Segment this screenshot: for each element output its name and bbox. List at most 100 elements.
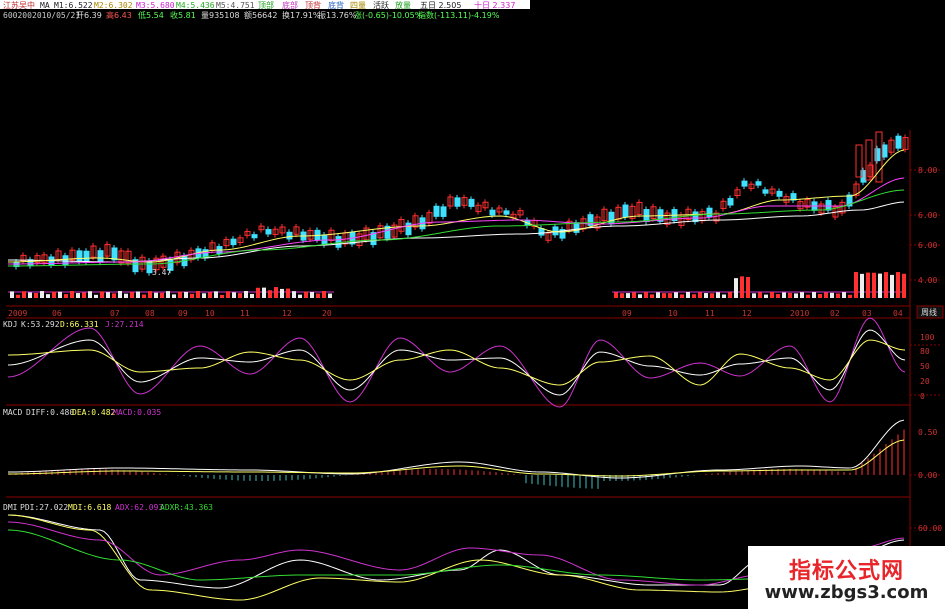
volume-bar	[28, 292, 32, 298]
volume-bar	[704, 293, 708, 298]
volume-bar	[10, 291, 14, 298]
volume-bar	[22, 291, 26, 298]
time-axis-label: 12	[282, 309, 292, 318]
macd-label: MACD	[3, 408, 23, 417]
candle-body	[335, 236, 342, 248]
volume-bar	[836, 293, 840, 298]
volume-bar	[190, 293, 194, 298]
volume-bar	[220, 294, 224, 298]
time-axis-label: 08	[145, 309, 155, 318]
candle-body	[251, 234, 258, 239]
kdj-axis-label: 50	[920, 362, 930, 371]
time-axis-label: 09	[178, 309, 188, 318]
volume-bar	[872, 272, 876, 298]
volume-bar	[884, 272, 888, 298]
kdj-k-value: K:53.292	[21, 320, 60, 329]
volume-bar	[812, 292, 816, 298]
candle-body	[433, 205, 440, 217]
volume-bar	[680, 294, 684, 298]
volume-bar	[728, 292, 732, 298]
volume-bar	[244, 291, 248, 298]
volume-bar	[148, 291, 152, 298]
volume-bar	[668, 293, 672, 298]
volume-bar	[632, 292, 636, 298]
volume-bar	[620, 293, 624, 298]
volume-bar	[292, 291, 296, 298]
volume-bar	[626, 293, 630, 298]
candle-body	[706, 207, 713, 218]
candle-body	[83, 250, 90, 263]
volume-bar	[46, 294, 50, 298]
kdj-d-value: D:66.331	[60, 320, 99, 329]
volume-bar	[322, 291, 326, 298]
volume-bar	[214, 291, 218, 298]
candle-body	[62, 255, 69, 266]
volume-bar	[896, 272, 900, 298]
dmi-adx-value: ADX:62.093	[115, 503, 164, 512]
volume-bar	[70, 291, 74, 298]
volume-bar	[256, 287, 260, 298]
candle-body	[503, 210, 510, 215]
time-axis-label: 06	[52, 309, 62, 318]
volume-bar	[614, 292, 618, 298]
candle-body	[265, 229, 272, 235]
volume-bar	[184, 291, 188, 298]
volume-bar	[698, 292, 702, 298]
volume-bar	[764, 294, 768, 298]
volume-bar	[710, 293, 714, 298]
volume-bar	[328, 293, 332, 298]
volume-bar	[142, 294, 146, 298]
candle-body	[895, 135, 902, 149]
stock-chart	[6, 130, 944, 609]
volume-bar	[154, 292, 158, 298]
volume-bar	[824, 292, 828, 298]
volume-bar	[752, 293, 756, 298]
price-axis-label: 4.00	[918, 276, 938, 285]
volume-bar	[692, 294, 696, 298]
low-price-marker: 3.47	[152, 268, 172, 277]
dmi-mdi-value: MDI:6.618	[68, 503, 112, 512]
kdj-k-line	[7, 329, 906, 396]
volume-bar	[722, 294, 726, 298]
dmi-pdi-value: PDI:27.022	[20, 503, 69, 512]
volume-bar	[112, 293, 116, 298]
volume-bar	[196, 291, 200, 298]
volume-bar	[64, 294, 68, 298]
volume-bar	[866, 272, 870, 298]
dmi-label: DMI	[3, 503, 18, 512]
volume-bar	[848, 294, 852, 298]
volume-bar	[106, 292, 110, 298]
volume-bar	[770, 292, 774, 298]
volume-bar	[674, 292, 678, 298]
candles	[13, 131, 909, 276]
volume-bar	[650, 294, 654, 298]
volume-bar	[202, 293, 206, 298]
kdj-j-line	[7, 317, 906, 408]
candle-body	[622, 204, 629, 218]
macd-axis-label: 0.00	[918, 471, 938, 480]
candle-body	[286, 231, 293, 240]
volume-bar	[226, 291, 230, 298]
candle-body	[762, 189, 769, 194]
volume-bar	[250, 293, 254, 298]
watermark-url: www.zbgs3.com	[764, 582, 929, 603]
volume-bar	[94, 294, 98, 298]
candle-body	[552, 226, 559, 236]
time-axis-label: 02	[830, 309, 840, 318]
volume-bar	[160, 292, 164, 298]
volume-bar	[268, 290, 272, 298]
volume-bar	[734, 278, 738, 298]
volume-bar	[82, 292, 86, 298]
volume-bar	[238, 293, 242, 298]
kdj-j-value: J:27.214	[105, 320, 144, 329]
volume-bar	[740, 276, 744, 298]
volume-bar	[644, 292, 648, 298]
moving-averages	[7, 149, 905, 267]
volume-bar	[806, 294, 810, 298]
candle-body	[76, 250, 83, 262]
volume-bar	[166, 291, 170, 298]
candle-body	[440, 206, 447, 217]
volume-bar	[854, 272, 858, 298]
time-axis-label: 12	[742, 309, 752, 318]
candle-body	[776, 190, 783, 197]
